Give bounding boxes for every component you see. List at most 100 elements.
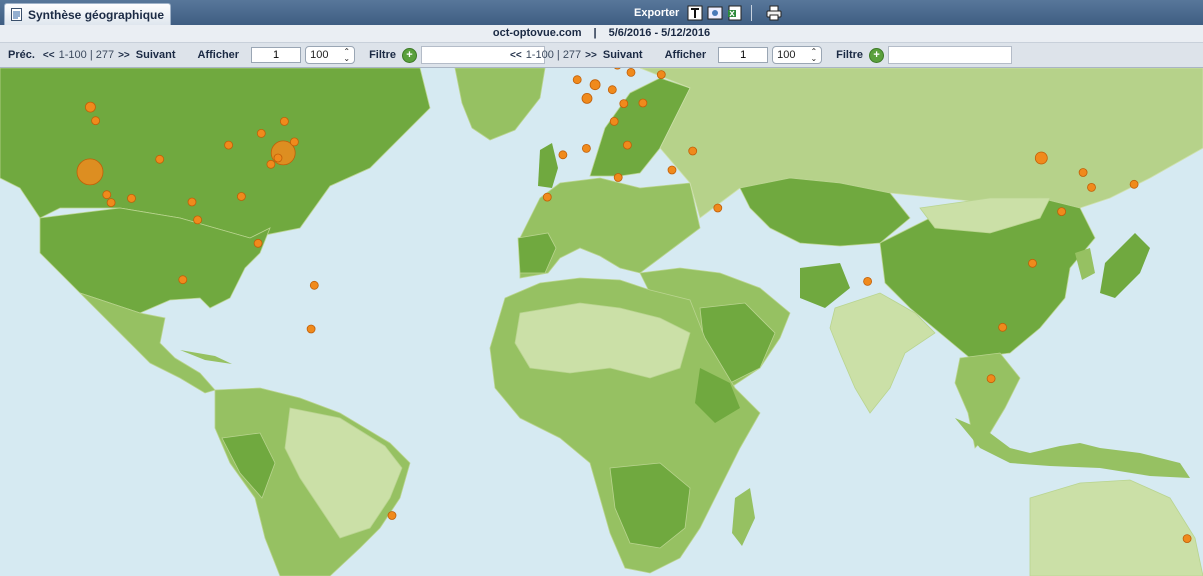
visit-marker[interactable] bbox=[572, 75, 582, 85]
text-export-icon[interactable] bbox=[687, 5, 703, 21]
show-label: Afficher bbox=[197, 49, 240, 61]
visit-marker[interactable] bbox=[623, 140, 632, 150]
visit-marker[interactable] bbox=[1034, 151, 1048, 165]
prev-link[interactable]: Préc. bbox=[8, 49, 35, 61]
header-bar: Synthèse géographique Exporter bbox=[0, 0, 1203, 25]
filter-input[interactable] bbox=[888, 46, 1013, 64]
page-size-value: 100 bbox=[777, 49, 796, 61]
visit-marker[interactable] bbox=[236, 192, 246, 201]
page-range-divider: | bbox=[556, 49, 560, 61]
pager-right: << 1-100 | 277 >> Suivant Afficher 100 ⌃… bbox=[510, 43, 1013, 67]
visit-marker[interactable] bbox=[558, 150, 568, 160]
visit-marker[interactable] bbox=[613, 68, 621, 70]
tab-title: Synthèse géographique bbox=[28, 7, 165, 22]
subtitle-separator: | bbox=[593, 27, 597, 39]
visit-marker[interactable] bbox=[713, 203, 723, 213]
visit-marker[interactable] bbox=[638, 98, 648, 108]
visit-marker[interactable] bbox=[542, 192, 552, 202]
visit-marker[interactable] bbox=[1057, 207, 1066, 217]
page-size-select[interactable]: 100 ⌃ ⌄ bbox=[305, 46, 356, 64]
add-filter-icon[interactable]: + bbox=[869, 47, 885, 63]
pagination-bar: Préc. << 1-100 | 277 >> Suivant Afficher… bbox=[0, 42, 1203, 68]
visit-marker[interactable] bbox=[613, 173, 623, 182]
page-range: 1-100 | 277 bbox=[59, 49, 114, 61]
toolbar-divider bbox=[751, 5, 753, 21]
visit-marker[interactable] bbox=[193, 215, 203, 225]
land-afghanistan bbox=[800, 263, 850, 308]
visit-marker[interactable] bbox=[256, 129, 266, 138]
image-export-icon[interactable] bbox=[707, 5, 723, 21]
visit-marker[interactable] bbox=[1182, 534, 1192, 544]
tab-geographic-summary[interactable]: Synthèse géographique bbox=[4, 3, 171, 25]
visit-marker[interactable] bbox=[1028, 258, 1037, 268]
visit-marker[interactable] bbox=[387, 511, 397, 520]
visit-marker[interactable] bbox=[178, 275, 188, 285]
next-arrows-icon[interactable]: >> bbox=[585, 50, 597, 61]
prev-arrows-icon[interactable]: << bbox=[510, 50, 522, 61]
visit-marker[interactable] bbox=[91, 116, 100, 126]
land-layer bbox=[0, 68, 1203, 576]
visit-marker[interactable] bbox=[289, 137, 299, 147]
visit-marker[interactable] bbox=[688, 146, 698, 156]
visit-marker[interactable] bbox=[863, 276, 872, 286]
visit-marker[interactable] bbox=[309, 280, 319, 290]
visit-marker[interactable] bbox=[279, 117, 289, 126]
add-filter-icon[interactable]: + bbox=[401, 47, 417, 63]
visit-marker[interactable] bbox=[581, 92, 593, 104]
visit-marker[interactable] bbox=[998, 322, 1007, 332]
visit-marker[interactable] bbox=[656, 70, 666, 79]
visit-marker[interactable] bbox=[589, 79, 601, 91]
show-label: Afficher bbox=[664, 49, 707, 61]
land-greenland bbox=[454, 68, 546, 141]
excel-export-icon[interactable] bbox=[727, 5, 743, 21]
site-name: oct-optovue.com bbox=[492, 27, 582, 39]
filter-label: Filtre bbox=[836, 49, 864, 61]
visit-marker[interactable] bbox=[224, 140, 234, 150]
prev-arrows-icon[interactable]: << bbox=[43, 50, 55, 61]
visit-marker[interactable] bbox=[582, 144, 591, 153]
visit-marker[interactable] bbox=[1129, 179, 1139, 189]
world-map[interactable] bbox=[0, 68, 1203, 576]
visit-marker[interactable] bbox=[626, 68, 636, 77]
next-link[interactable]: Suivant bbox=[603, 49, 643, 61]
visit-marker[interactable] bbox=[155, 154, 165, 164]
report-subtitle: oct-optovue.com | 5/6/2016 - 5/12/2016 bbox=[0, 25, 1203, 42]
visit-marker[interactable] bbox=[619, 99, 629, 108]
visit-marker[interactable] bbox=[607, 85, 617, 95]
land-russia bbox=[639, 68, 1203, 219]
next-link[interactable]: Suivant bbox=[136, 49, 176, 61]
land-cuba bbox=[180, 350, 232, 364]
visit-marker[interactable] bbox=[609, 117, 619, 126]
land-australia bbox=[1029, 479, 1203, 576]
page-size-value: 100 bbox=[310, 49, 329, 61]
export-toolbar: Exporter bbox=[634, 3, 782, 23]
page-range-value: 1-100 bbox=[525, 49, 554, 61]
visit-marker[interactable] bbox=[1078, 168, 1088, 177]
visit-marker[interactable] bbox=[127, 193, 136, 203]
visit-marker[interactable] bbox=[273, 153, 283, 163]
visit-marker[interactable] bbox=[306, 324, 316, 334]
pager-left: Préc. << 1-100 | 277 >> Suivant Afficher… bbox=[8, 43, 545, 67]
land-madagascar bbox=[732, 488, 755, 546]
print-icon[interactable] bbox=[766, 5, 782, 21]
visit-marker[interactable] bbox=[76, 158, 104, 186]
page-number-input[interactable] bbox=[251, 47, 302, 63]
visit-marker[interactable] bbox=[106, 198, 116, 208]
page-total: 277 bbox=[562, 49, 582, 61]
visit-marker[interactable] bbox=[187, 197, 197, 207]
land-canada bbox=[0, 68, 431, 239]
visit-marker[interactable] bbox=[102, 190, 112, 200]
next-arrows-icon[interactable]: >> bbox=[118, 50, 130, 61]
visit-marker[interactable] bbox=[1087, 183, 1096, 192]
visit-marker[interactable] bbox=[253, 238, 263, 248]
export-label: Exporter bbox=[634, 7, 680, 19]
visit-marker[interactable] bbox=[667, 165, 677, 175]
land-korea bbox=[1075, 248, 1095, 280]
page-range-value: 1-100 bbox=[58, 49, 87, 61]
visit-marker[interactable] bbox=[85, 101, 96, 113]
page-size-select[interactable]: 100 ⌃ ⌄ bbox=[772, 46, 823, 64]
page-number-input[interactable] bbox=[718, 47, 769, 63]
visit-marker[interactable] bbox=[986, 374, 996, 384]
visit-marker[interactable] bbox=[266, 159, 276, 169]
stepper-icon: ⌃ ⌄ bbox=[810, 47, 818, 63]
